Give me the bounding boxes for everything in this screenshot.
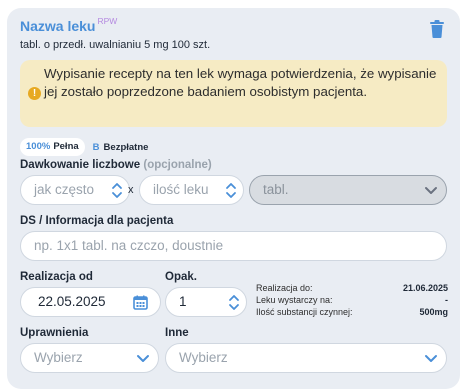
exclamation-icon: ! xyxy=(28,87,41,100)
calendar-icon[interactable] xyxy=(133,295,148,310)
summary-key: Leku wystarczy na: xyxy=(256,295,333,305)
unit-select[interactable]: tabl. xyxy=(249,175,447,205)
unit-value: tabl. xyxy=(263,182,289,197)
refund-percent-label: Pełna xyxy=(53,141,79,152)
realization-date-input[interactable]: 22.05.2025 xyxy=(20,287,161,317)
warning-text: Wypisanie recepty na ten lek wymaga potw… xyxy=(44,66,437,99)
summary-row: Ilość substancji czynnej: 500mg xyxy=(256,306,448,318)
ds-label: DS / Informacja dla pacjenta xyxy=(20,215,174,227)
amount-placeholder: ilość leku xyxy=(153,182,209,197)
chevron-down-icon xyxy=(137,355,149,362)
permissions-placeholder: Wybierz xyxy=(34,350,83,365)
package-input[interactable]: 1 xyxy=(165,287,247,317)
trash-icon[interactable] xyxy=(430,20,444,38)
how-often-placeholder: jak często xyxy=(34,182,95,197)
summary-value: 500mg xyxy=(419,307,448,317)
dosage-optional-text: (opcjonalne) xyxy=(143,159,212,171)
prescription-item-card: Nazwa leku RPW tabl. o przedł. uwalniani… xyxy=(7,8,460,389)
refund-code-tag[interactable]: B Bezpłatne xyxy=(93,142,149,153)
refund-level-pill[interactable]: 100% Pełna xyxy=(20,138,85,156)
summary-row: Realizacja do: 21.06.2025 xyxy=(256,282,448,294)
rpw-badge: RPW xyxy=(97,16,118,26)
other-placeholder: Wybierz xyxy=(179,350,228,365)
how-often-input[interactable]: jak często xyxy=(20,175,130,205)
stepper-icon[interactable] xyxy=(111,182,123,199)
amount-input[interactable]: ilość leku xyxy=(139,175,244,205)
drug-description: tabl. o przedł. uwalnianiu 5 mg 100 szt. xyxy=(20,39,211,51)
permissions-label: Uprawnienia xyxy=(20,327,89,339)
refund-code: B xyxy=(92,141,100,153)
summary-key: Realizacja do: xyxy=(256,283,313,293)
dosage-label-text: Dawkowanie liczbowe xyxy=(20,159,141,171)
refund-code-label: Bezpłatne xyxy=(103,141,149,153)
summary-value: 21.06.2025 xyxy=(402,283,448,293)
package-value: 1 xyxy=(179,294,187,309)
refund-info: 100% Pełna B Bezpłatne xyxy=(20,138,148,156)
times-sign: x xyxy=(128,184,134,196)
ds-input[interactable]: np. 1x1 tabl. na czczo, doustnie xyxy=(20,231,447,261)
package-label: Opak. xyxy=(165,271,197,283)
drug-name: Nazwa leku xyxy=(20,18,96,34)
confirmation-warning: ! Wypisanie recepty na ten lek wymaga po… xyxy=(20,60,447,127)
summary-key: Ilość substancji czynnej: xyxy=(256,307,353,317)
stepper-icon[interactable] xyxy=(228,294,240,311)
chevron-down-icon xyxy=(425,355,437,362)
stepper-icon[interactable] xyxy=(225,182,237,199)
drug-title: Nazwa leku RPW xyxy=(20,16,118,37)
other-label: Inne xyxy=(165,327,189,339)
summary-value: - xyxy=(445,295,448,305)
realization-date-value: 22.05.2025 xyxy=(38,294,106,309)
prescription-summary: Realizacja do: 21.06.2025 Leku wystarczy… xyxy=(256,282,448,318)
realization-label: Realizacja od xyxy=(20,271,93,283)
chevron-down-icon xyxy=(425,187,437,194)
permissions-select[interactable]: Wybierz xyxy=(20,343,159,373)
summary-row: Leku wystarczy na: - xyxy=(256,294,448,306)
other-select[interactable]: Wybierz xyxy=(165,343,447,373)
refund-percent: 100% xyxy=(26,141,51,152)
ds-placeholder: np. 1x1 tabl. na czczo, doustnie xyxy=(34,238,224,253)
dosage-label: Dawkowanie liczbowe (opcjonalne) xyxy=(20,158,212,172)
